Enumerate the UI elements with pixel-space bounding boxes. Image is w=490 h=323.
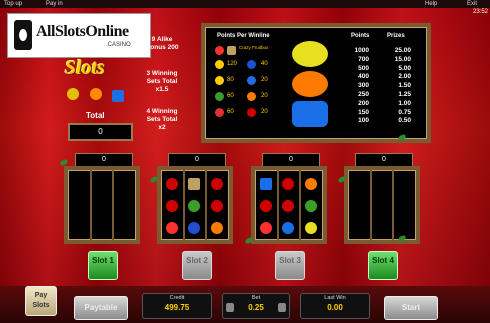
bet-decrease-button[interactable]: [226, 303, 234, 312]
lemon-icon: [292, 41, 328, 67]
seven-icon: [292, 101, 328, 127]
credit-panel: Credit 499.75: [142, 293, 212, 319]
slot-3-counter: 0: [262, 153, 320, 167]
info-line: x1.5: [155, 86, 169, 93]
plum-icon: [247, 60, 256, 69]
paytable-row: 120 40: [215, 59, 285, 71]
slot-3-button[interactable]: Slot 3: [275, 251, 305, 280]
info-line: 4 Winning: [146, 108, 178, 115]
melon-icon: [188, 200, 200, 212]
cherry-icon: [215, 46, 224, 55]
cherries-icon: [260, 200, 272, 212]
pay-in-link[interactable]: Pay in: [46, 0, 63, 8]
paytable-row: 60 20: [215, 91, 285, 103]
info-line: Sets Total: [146, 78, 178, 85]
tomato-icon: [166, 222, 178, 234]
pay-slots-button[interactable]: Pay Slots: [25, 286, 57, 316]
cherries-icon: [247, 108, 256, 117]
logo-text: AllSlotsOnline: [36, 23, 129, 40]
fruitbox-icon: [227, 46, 236, 55]
prizes-column: 25.00 15.00 5.00 2.00 1.50 1.25 1.00 0.7…: [394, 47, 411, 125]
credit-label: Credit: [169, 295, 185, 301]
info-line: Sets Total: [146, 116, 178, 123]
credit-value: 499.75: [164, 303, 190, 312]
plum-icon: [188, 222, 200, 234]
last-win-panel: Last Win 0.00: [300, 293, 370, 319]
cherries-icon: [166, 200, 178, 212]
orange-icon: [247, 92, 256, 101]
slot-4-counter: 0: [355, 153, 413, 167]
info-line: 3 Winning: [146, 70, 178, 77]
cherries-icon: [211, 200, 223, 212]
slot-1-reels: [64, 166, 140, 244]
lemon-icon: [305, 222, 317, 234]
melon-icon: [215, 92, 224, 101]
total-value: 0: [68, 123, 133, 141]
slot-1-button[interactable]: Slot 1: [88, 251, 118, 280]
help-link[interactable]: Help: [425, 0, 437, 8]
slot-2-reels: [157, 166, 233, 244]
seven-icon: [247, 76, 256, 85]
paytable-panel: Points Per Winline Points Prizes Crazy F…: [201, 23, 431, 143]
info-line: x2: [158, 124, 166, 131]
top-bar: Top up Pay in Help Exit: [0, 0, 490, 8]
game-logo: Slots: [65, 57, 106, 79]
lemon-icon: [67, 88, 79, 100]
info-line: 9 Alike: [151, 36, 173, 43]
points-column-header: Points: [351, 33, 370, 39]
paytable-row: 60 20: [215, 107, 285, 119]
orange-icon: [90, 88, 102, 100]
bonus-info: 9 Alike Bonus 200 3 Winning Sets Total x…: [140, 28, 196, 138]
points-column: 1000 700 500 400 300 250 200 150 100: [354, 47, 369, 125]
slot-1-counter: 0: [75, 153, 133, 167]
bet-panel: Bet 0.25: [222, 293, 290, 319]
cherries-icon: [282, 178, 294, 190]
exit-link[interactable]: Exit: [467, 0, 477, 8]
slot-4-button[interactable]: Slot 4: [368, 251, 398, 280]
last-win-value: 0.00: [327, 303, 343, 312]
tomato-icon: [215, 108, 224, 117]
bet-value: 0.25: [248, 303, 264, 312]
cherries-icon: [282, 200, 294, 212]
prizes-column-header: Prizes: [387, 33, 405, 39]
orange-icon: [305, 178, 317, 190]
orange-icon: [211, 222, 223, 234]
orange-icon: [292, 71, 328, 97]
points-per-winline-header: Points Per Winline: [217, 33, 270, 39]
last-win-label: Last Win: [324, 295, 346, 301]
bet-increase-button[interactable]: [278, 303, 286, 312]
melon-icon: [305, 200, 317, 212]
paytable-row: 80 20: [215, 75, 285, 87]
top-up-link[interactable]: Top up: [4, 0, 22, 8]
chip-icon: [14, 20, 32, 50]
star-icon: [215, 60, 224, 69]
plum-icon: [282, 222, 294, 234]
cherries-icon: [166, 178, 178, 190]
bell-icon: [215, 76, 224, 85]
slot-3-reels: [251, 166, 327, 244]
paytable-row: Crazy Fruitbox: [215, 45, 285, 57]
bet-label: Bet: [251, 295, 261, 301]
paytable-button[interactable]: Paytable: [74, 296, 128, 320]
slot-2-button[interactable]: Slot 2: [182, 251, 212, 280]
slot-4-reels: [344, 166, 420, 244]
tomato-icon: [260, 222, 272, 234]
fruitbox-icon: [188, 178, 200, 190]
seven-icon: [112, 90, 124, 102]
logo-subtext: .CASINO: [106, 42, 131, 48]
cherries-icon: [211, 178, 223, 190]
seven-icon: [260, 178, 272, 190]
clock: 23:52: [472, 9, 488, 15]
site-logo: AllSlotsOnline .CASINO: [7, 13, 151, 58]
info-line: Bonus 200: [145, 44, 179, 51]
slot-2-counter: 0: [168, 153, 226, 167]
total-label: Total: [86, 111, 105, 120]
start-button[interactable]: Start: [384, 296, 438, 320]
